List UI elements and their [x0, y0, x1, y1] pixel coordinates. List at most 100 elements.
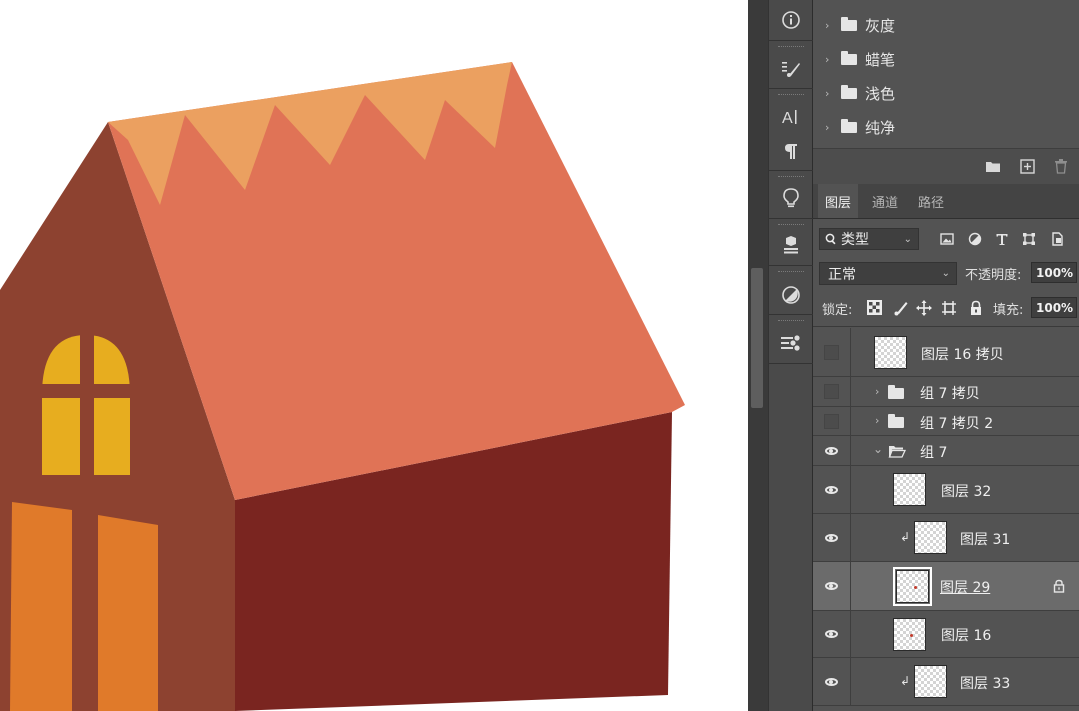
lock-image-pixels-icon[interactable] [892, 299, 909, 316]
opacity-input[interactable]: 100% [1031, 262, 1077, 283]
layer-thumbnail [874, 336, 907, 369]
blend-mode-select[interactable]: 正常 ⌄ [819, 262, 957, 285]
layer-name[interactable]: 图层 33 [960, 673, 1010, 693]
layer-name[interactable]: 图层 32 [941, 481, 991, 501]
tab-paths[interactable]: 路径 [910, 184, 952, 218]
lock-position-icon[interactable] [915, 299, 932, 316]
layer-name[interactable]: 图层 16 [941, 625, 991, 645]
layer-row[interactable]: 图层 32 [813, 466, 1079, 514]
lock-all-icon[interactable] [967, 299, 984, 316]
eye-icon [825, 630, 838, 638]
layer-name[interactable]: 组 7 拷贝 [920, 383, 980, 403]
layer-name[interactable]: 图层 29 [940, 577, 990, 597]
layer-row[interactable]: ↲ 图层 31 [813, 514, 1079, 562]
layer-group-row[interactable]: › 组 7 拷贝 [813, 377, 1079, 407]
layer-thumbnail [893, 473, 926, 506]
layer-filter-row: 类型 ⌄ [813, 220, 1079, 256]
collapsed-panel-strip: A [768, 0, 813, 711]
layer-name[interactable]: 组 7 拷贝 2 [920, 413, 993, 433]
layer-filter-select[interactable]: 类型 ⌄ [819, 228, 919, 250]
visibility-toggle[interactable] [813, 377, 851, 406]
folder-icon [841, 118, 857, 133]
chevron-right-icon[interactable]: › [875, 385, 883, 398]
chevron-down-icon: ⌄ [903, 234, 912, 245]
layer-row-selected[interactable]: 图层 29 [813, 562, 1079, 611]
svg-text:A: A [782, 110, 793, 127]
eye-icon [825, 446, 838, 455]
properties-icon[interactable] [769, 328, 813, 358]
lock-artboard-icon[interactable] [940, 299, 957, 316]
scrollbar-thumb[interactable] [751, 268, 763, 408]
folder-icon [841, 84, 857, 99]
tab-label: 路径 [917, 195, 944, 211]
chevron-right-icon[interactable]: › [825, 87, 833, 100]
fill-input[interactable]: 100% [1031, 297, 1077, 318]
visibility-off-box [824, 344, 839, 360]
fill-label: 填充: [993, 303, 1024, 318]
new-swatch-icon[interactable] [1019, 158, 1035, 174]
info-icon[interactable] [769, 5, 813, 35]
trash-icon[interactable] [1053, 158, 1069, 174]
layer-name[interactable]: 组 7 [920, 442, 947, 462]
opacity-label: 不透明度: [965, 268, 1022, 283]
tab-layers[interactable]: 图层 [818, 184, 858, 218]
layer-row[interactable]: 图层 16 拷贝 [813, 328, 1079, 377]
adjustment-filter-icon[interactable] [967, 231, 983, 247]
visibility-toggle[interactable] [813, 436, 851, 465]
chevron-down-icon[interactable]: ⌄ [873, 442, 883, 456]
canvas-scrollbar[interactable] [748, 0, 768, 711]
layer-name[interactable]: 图层 16 拷贝 [921, 344, 1004, 364]
adjustments-icon[interactable] [769, 280, 813, 310]
chevron-right-icon[interactable]: › [825, 121, 833, 134]
house-illustration [0, 62, 685, 711]
visibility-toggle[interactable] [813, 466, 851, 513]
eye-icon [825, 677, 838, 686]
visibility-toggle[interactable] [813, 611, 851, 657]
visibility-toggle[interactable] [813, 328, 851, 376]
layer-group-row[interactable]: ⌄ 组 7 [813, 436, 1079, 466]
open-folder-icon [888, 446, 906, 458]
window-upper-mullion-v [80, 335, 94, 475]
swatch-group-label: 蜡笔 [865, 50, 896, 69]
visibility-toggle[interactable] [813, 407, 851, 435]
document-canvas[interactable] [0, 0, 748, 711]
layers-tab-bar: 图层 通道 路径 [813, 184, 1079, 219]
layer-group-row[interactable]: › 组 7 拷贝 2 [813, 407, 1079, 436]
3d-icon[interactable] [769, 230, 813, 260]
chevron-right-icon[interactable]: › [875, 414, 883, 427]
shape-filter-icon[interactable] [1021, 231, 1037, 247]
swatch-group-grayscale[interactable]: › 灰度 [825, 14, 895, 36]
layer-name[interactable]: 图层 31 [960, 529, 1010, 549]
tab-channels[interactable]: 通道 [864, 184, 906, 218]
eye-icon [825, 485, 838, 494]
chevron-right-icon[interactable]: › [825, 53, 833, 66]
visibility-toggle[interactable] [813, 658, 851, 705]
lock-transparent-pixels-icon[interactable] [866, 299, 883, 316]
visibility-toggle[interactable] [813, 562, 851, 610]
smart-object-filter-icon[interactable] [1049, 231, 1065, 247]
eye-icon [825, 533, 838, 542]
filter-label: 类型 [841, 232, 869, 248]
swatch-group-crayon[interactable]: › 蜡笔 [825, 48, 895, 70]
type-filter-icon[interactable] [994, 231, 1010, 247]
tab-label: 图层 [824, 195, 851, 211]
paragraph-icon[interactable] [769, 136, 813, 166]
brush-settings-icon[interactable] [769, 53, 813, 83]
swatches-panel: › 灰度 › 蜡笔 › 浅色 › 纯净 [813, 0, 1079, 148]
swatch-group-pure[interactable]: › 纯净 [825, 116, 895, 138]
window-lower-left [10, 502, 72, 711]
window-upper-mullion-h [42, 384, 130, 398]
swatch-group-light[interactable]: › 浅色 [825, 82, 895, 104]
window-lower-right [98, 515, 158, 711]
layer-row[interactable]: ↲ 图层 33 [813, 658, 1079, 706]
layer-lock-icon [1053, 579, 1065, 593]
learn-bulb-icon[interactable] [769, 183, 813, 213]
character-icon[interactable]: A [769, 102, 813, 132]
image-filter-icon[interactable] [939, 231, 955, 247]
chevron-right-icon[interactable]: › [825, 19, 833, 32]
blend-opacity-row: 正常 ⌄ 不透明度: 100% [813, 256, 1079, 290]
new-group-folder-icon[interactable] [985, 158, 1001, 174]
right-panels: › 灰度 › 蜡笔 › 浅色 › 纯净 图层 通道 路径 类型 ⌄ 正常 ⌄ 不… [813, 0, 1079, 711]
visibility-toggle[interactable] [813, 514, 851, 561]
layer-row[interactable]: 图层 16 [813, 611, 1079, 658]
